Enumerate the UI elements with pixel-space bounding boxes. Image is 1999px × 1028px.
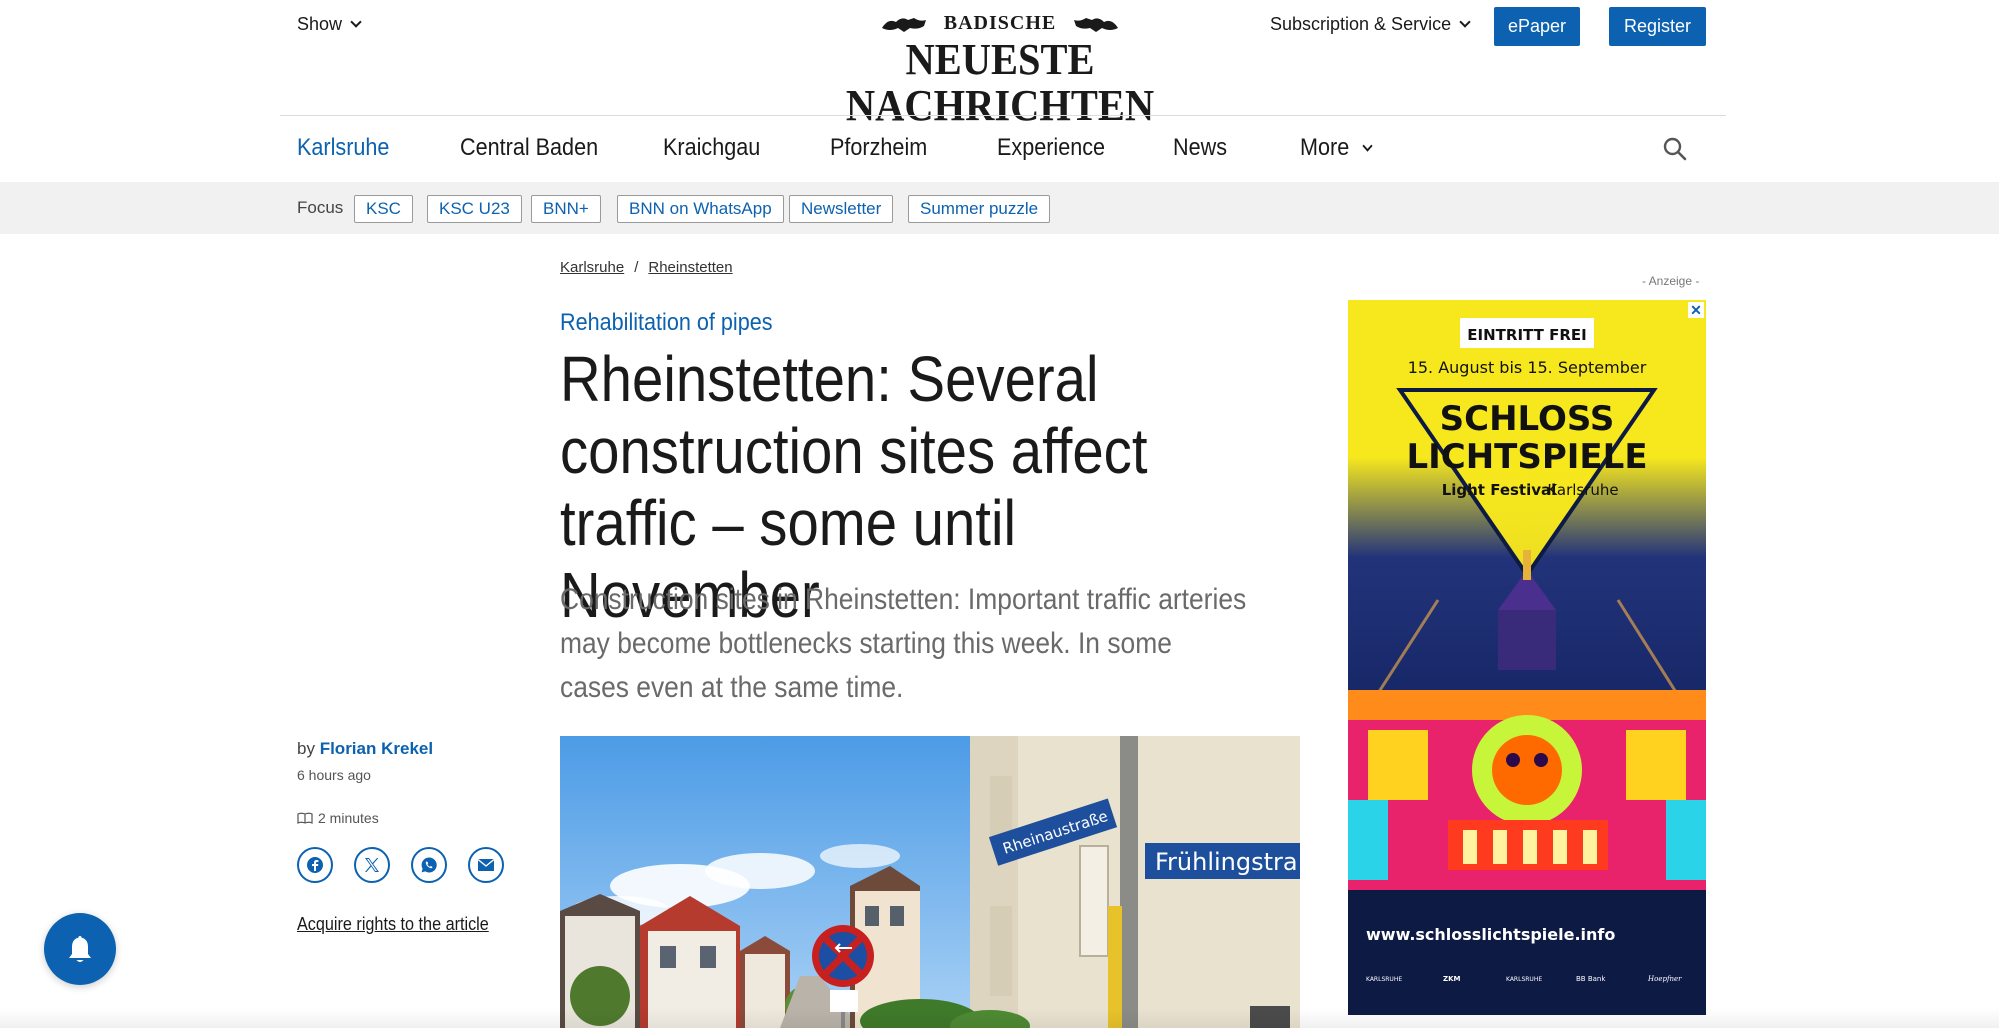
ad-close-icon[interactable]: ✕ bbox=[1688, 302, 1704, 318]
ad-subtitle-city: Karlsruhe bbox=[1547, 481, 1618, 499]
advertisement-banner[interactable]: EINTRITT FREI 15. August bis 15. Septemb… bbox=[1348, 300, 1706, 1015]
focus-bar: Focus KSC KSC U23 BNN+ BNN on WhatsApp N… bbox=[0, 182, 1999, 234]
ad-title-2: LICHTSPIELE bbox=[1406, 437, 1647, 477]
breadcrumb-karlsruhe[interactable]: Karlsruhe bbox=[560, 259, 624, 276]
ad-sponsor-1: KARLSRUHE bbox=[1366, 976, 1402, 983]
article-teaser: Construction sites in Rheinstetten: Impo… bbox=[560, 583, 1247, 704]
chevron-down-icon bbox=[1362, 139, 1373, 152]
whatsapp-icon bbox=[421, 857, 437, 873]
nav-item-kraichgau[interactable]: Kraichgau bbox=[663, 134, 760, 162]
logo-top-row: BADISCHE bbox=[740, 12, 1260, 35]
ad-url: www.schlosslichtspiele.info bbox=[1366, 925, 1615, 944]
griffin-right-icon bbox=[1074, 17, 1119, 32]
focus-chip-summer-puzzle[interactable]: Summer puzzle bbox=[908, 195, 1051, 223]
share-email-button[interactable] bbox=[468, 847, 504, 883]
ad-sponsor-3: KARLSRUHE bbox=[1506, 976, 1542, 983]
nav-item-more[interactable]: More bbox=[1300, 134, 1373, 162]
book-icon bbox=[297, 812, 313, 824]
street-sign-2-text: Frühlingstra bbox=[1155, 848, 1298, 876]
chevron-down-icon bbox=[350, 16, 362, 28]
ad-artwork: EINTRITT FREI 15. August bis 15. Septemb… bbox=[1348, 300, 1706, 1015]
show-label: Show bbox=[297, 14, 343, 34]
nav-item-news[interactable]: News bbox=[1173, 134, 1227, 162]
top-header: Show BADISCHE NEUESTE NACHRICHTEN Subscr… bbox=[0, 0, 1999, 129]
focus-label: Focus bbox=[297, 198, 344, 217]
share-x-button[interactable] bbox=[354, 847, 390, 883]
focus-chip-ksc-u23[interactable]: KSC U23 bbox=[427, 195, 522, 223]
byline: by Florian Krekel bbox=[297, 739, 433, 759]
article-kicker: Rehabilitation of pipes bbox=[560, 309, 773, 336]
ad-sponsor-4: BB Bank bbox=[1576, 975, 1606, 983]
ad-sponsor-5: Hoepfner bbox=[1647, 975, 1682, 983]
publish-time: 6 hours ago bbox=[297, 767, 371, 783]
ad-subtitle: Light Festival bbox=[1442, 481, 1557, 499]
share-whatsapp-button[interactable] bbox=[411, 847, 447, 883]
subscription-service-menu[interactable]: Subscription & Service bbox=[1270, 14, 1471, 35]
author-link[interactable]: Florian Krekel bbox=[320, 739, 433, 758]
subscription-label: Subscription & Service bbox=[1270, 14, 1452, 34]
search-icon[interactable] bbox=[1662, 136, 1688, 162]
nav-more-label: More bbox=[1300, 134, 1350, 161]
facebook-icon bbox=[307, 857, 323, 873]
reading-time-label: 2 minutes bbox=[318, 810, 379, 826]
nav-item-karlsruhe[interactable]: Karlsruhe bbox=[297, 134, 389, 162]
nav-item-central-baden[interactable]: Central Baden bbox=[460, 134, 598, 162]
site-logo[interactable]: BADISCHE NEUESTE NACHRICHTEN bbox=[740, 12, 1260, 129]
breadcrumb-separator: / bbox=[634, 259, 639, 276]
breadcrumb-rheinstetten[interactable]: Rheinstetten bbox=[648, 259, 732, 276]
chevron-down-icon bbox=[1459, 16, 1471, 28]
reading-time: 2 minutes bbox=[297, 810, 379, 826]
register-button[interactable]: Register bbox=[1609, 7, 1706, 46]
acquire-rights-link[interactable]: Acquire rights to the article bbox=[297, 914, 489, 935]
focus-chip-newsletter[interactable]: Newsletter bbox=[789, 195, 894, 223]
griffin-left-icon bbox=[881, 17, 926, 32]
ad-dates: 15. August bis 15. September bbox=[1408, 358, 1647, 377]
main-navigation: Karlsruhe Central Baden Kraichgau Pforzh… bbox=[0, 116, 1999, 182]
nav-item-experience[interactable]: Experience bbox=[997, 134, 1105, 162]
ad-badge: EINTRITT FREI bbox=[1467, 326, 1586, 344]
x-twitter-icon bbox=[365, 858, 379, 872]
byline-prefix: by bbox=[297, 739, 315, 758]
show-menu-button[interactable]: Show bbox=[297, 14, 362, 35]
ad-label: - Anzeige - bbox=[1642, 274, 1700, 288]
notification-bell-button[interactable] bbox=[44, 913, 116, 985]
share-facebook-button[interactable] bbox=[297, 847, 333, 883]
bell-icon bbox=[69, 936, 91, 962]
nav-item-pforzheim[interactable]: Pforzheim bbox=[830, 134, 927, 162]
focus-chip-bnn-plus[interactable]: BNN+ bbox=[531, 195, 601, 223]
focus-chip-bnn-whatsapp[interactable]: BNN on WhatsApp bbox=[617, 195, 784, 223]
epaper-button[interactable]: ePaper bbox=[1494, 7, 1580, 46]
ad-sponsor-2: ZKM bbox=[1443, 975, 1461, 983]
ad-title-1: SCHLOSS bbox=[1440, 399, 1615, 439]
email-icon bbox=[477, 858, 495, 871]
street-scene-illustration: Rheinaustraße Frühlingstra bbox=[560, 736, 1300, 1028]
logo-top-text: BADISCHE bbox=[943, 12, 1057, 34]
focus-chip-ksc[interactable]: KSC bbox=[354, 195, 413, 223]
article-hero-image: Rheinaustraße Frühlingstra bbox=[560, 736, 1300, 1028]
breadcrumb: Karlsruhe / Rheinstetten bbox=[560, 259, 733, 276]
bottom-fade bbox=[0, 1008, 1999, 1028]
